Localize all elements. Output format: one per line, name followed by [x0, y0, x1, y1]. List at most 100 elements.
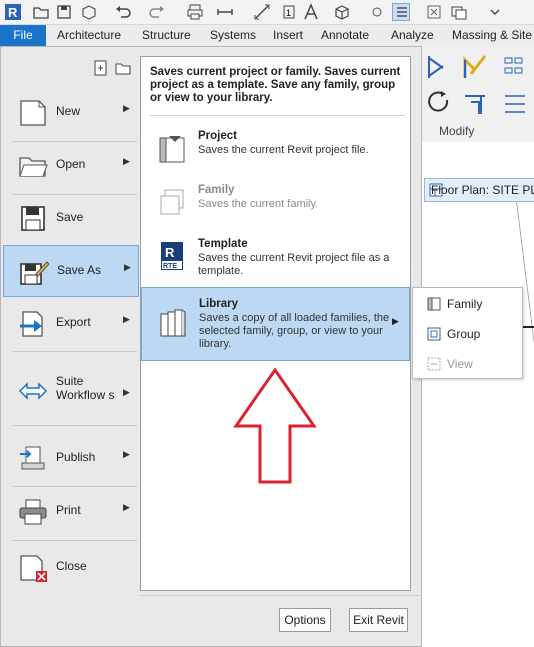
save-as-family: Family Saves the current family. — [141, 178, 410, 230]
divider — [13, 351, 137, 352]
option-title: Project — [198, 130, 237, 142]
rte-template-icon: R RTE — [161, 242, 183, 270]
modify-panel-label: Modify — [439, 124, 475, 138]
tab-systems[interactable]: Systems — [210, 28, 256, 42]
paint-icon[interactable] — [461, 52, 491, 82]
view-tab-label: Floor Plan: SITE PLA — [431, 183, 534, 197]
menu-item-suite-workflows[interactable]: Suite Workflow s ▶ — [3, 361, 139, 425]
chevron-right-icon: ▶ — [123, 103, 130, 113]
menu-item-label: Close — [56, 559, 87, 573]
drawing-canvas[interactable] — [411, 142, 534, 647]
menu-item-publish[interactable]: Publish ▶ — [3, 433, 139, 485]
menu-item-open[interactable]: Open ▶ — [3, 140, 139, 192]
dimension-icon[interactable] — [253, 3, 271, 21]
tag-icon[interactable]: 1 — [280, 3, 298, 21]
section-icon[interactable] — [368, 3, 386, 21]
view-small-icon — [427, 357, 441, 371]
tab-file[interactable]: File — [0, 25, 46, 46]
rotate-icon[interactable] — [425, 88, 455, 118]
measure-icon[interactable] — [216, 3, 234, 21]
open-folder-icon[interactable] — [32, 3, 50, 21]
view-tab-floor-plan[interactable]: Floor Plan: SITE PLA — [424, 178, 534, 202]
divider — [140, 595, 422, 596]
chevron-right-icon: ▶ — [123, 387, 130, 397]
menu-item-close[interactable]: Close — [3, 542, 139, 594]
panel-description: Saves current project or family. Saves c… — [150, 66, 401, 104]
menu-item-new[interactable]: New ▶ — [3, 87, 139, 139]
option-title: Library — [199, 298, 238, 310]
chevron-right-icon: ▶ — [123, 156, 130, 166]
flyout-item-label: Group — [447, 327, 481, 341]
split-icon[interactable] — [501, 88, 531, 118]
tab-structure[interactable]: Structure — [142, 28, 191, 42]
option-title: Family — [198, 184, 235, 196]
menu-item-save[interactable]: Save — [3, 193, 139, 245]
chevron-right-icon: ▶ — [123, 314, 130, 324]
thin-lines-icon[interactable] — [392, 3, 410, 21]
chevron-right-icon: ▶ — [123, 502, 130, 512]
flyout-item-label: View — [447, 357, 473, 371]
sync-icon[interactable] — [80, 3, 98, 21]
divider — [13, 540, 137, 541]
tab-massing-site[interactable]: Massing & Site — [452, 28, 532, 42]
array-icon[interactable] — [501, 52, 531, 82]
menu-item-print[interactable]: Print ▶ — [3, 486, 139, 538]
menu-item-label: New — [56, 104, 81, 118]
svg-text:RTE: RTE — [163, 263, 177, 270]
redo-icon[interactable] — [148, 3, 166, 21]
align-icon[interactable] — [425, 52, 455, 82]
library-flyout-menu: Family Group View — [412, 287, 523, 379]
save-as-project[interactable]: Project Saves the current Revit project … — [141, 124, 410, 176]
3d-view-icon[interactable] — [333, 3, 351, 21]
menu-item-label: Print — [56, 503, 81, 517]
svg-text:R: R — [8, 5, 18, 20]
quick-access-toolbar: R 1 — [0, 0, 534, 25]
save-as-template[interactable]: R RTE Template Saves the current Revit pr… — [141, 232, 410, 284]
menu-item-export[interactable]: Export ▶ — [3, 298, 139, 350]
printer-icon — [19, 499, 47, 525]
folder-icon — [19, 157, 48, 177]
export-icon — [20, 311, 43, 337]
close-hidden-icon[interactable] — [425, 3, 443, 21]
chevron-right-icon: ▶ — [124, 262, 131, 272]
save-as-icon — [20, 261, 49, 285]
family-icon — [160, 189, 184, 215]
ribbon-panel: Modify — [411, 46, 534, 143]
option-desc: Saves the current family. — [198, 198, 319, 210]
menu-item-label: Save As — [57, 263, 102, 277]
option-desc: Saves a copy of all loaded families, the… — [199, 312, 390, 350]
option-desc: Saves the current Revit project file. — [198, 144, 369, 156]
tab-architecture[interactable]: Architecture — [57, 28, 121, 42]
text-icon[interactable] — [302, 3, 320, 21]
menu-item-label: Open — [56, 157, 86, 171]
option-title: Template — [198, 238, 248, 250]
menu-list: New ▶ Open ▶ Save Save As ▶ Export ▶ Sui… — [1, 47, 139, 647]
menu-item-label: Export — [56, 315, 91, 329]
svg-text:1: 1 — [286, 8, 291, 18]
group-small-icon — [427, 327, 441, 341]
options-button[interactable]: Options — [279, 608, 331, 632]
tab-annotate[interactable]: Annotate — [321, 28, 369, 42]
trim-extend-icon[interactable] — [461, 88, 491, 118]
tab-insert[interactable]: Insert — [273, 28, 303, 42]
chevron-right-icon: ▶ — [123, 449, 130, 459]
exit-revit-button[interactable]: Exit Revit — [349, 608, 408, 632]
customize-dropdown-icon[interactable] — [486, 3, 504, 21]
print-icon[interactable] — [186, 3, 204, 21]
menu-item-save-as[interactable]: Save As ▶ — [3, 245, 139, 297]
menu-item-label: Publish — [56, 450, 96, 464]
save-as-library[interactable]: Library Saves a copy of all loaded famil… — [141, 287, 410, 361]
suite-workflows-icon — [18, 382, 48, 400]
switch-windows-icon[interactable] — [450, 3, 468, 21]
library-icon — [160, 309, 186, 337]
undo-icon[interactable] — [114, 3, 132, 21]
project-icon — [159, 136, 185, 163]
svg-text:R: R — [165, 245, 175, 260]
new-document-icon — [20, 100, 46, 126]
publish-icon — [20, 446, 45, 470]
revit-logo-icon[interactable]: R — [4, 3, 22, 21]
tab-analyze[interactable]: Analyze — [391, 28, 434, 42]
divider — [150, 115, 405, 116]
save-icon[interactable] — [55, 3, 73, 21]
ribbon-tabs: Architecture Structure Systems Insert An… — [0, 25, 534, 47]
